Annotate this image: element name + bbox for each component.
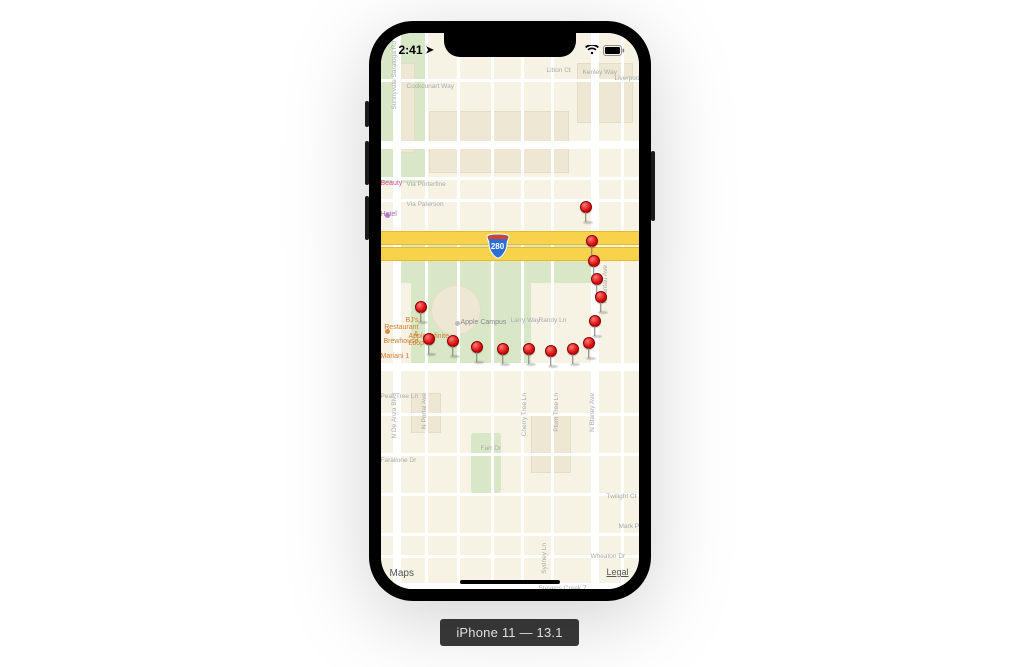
poi-apple-campus-icon[interactable]: [455, 321, 460, 326]
street-label: Pear Tree Ln: [381, 393, 419, 400]
street-label: Mark Pl: [619, 523, 641, 530]
map-pin[interactable]: [415, 301, 427, 313]
road: [393, 33, 401, 589]
volume-up-button[interactable]: [365, 141, 369, 185]
status-left: 2:41 ➤: [393, 39, 434, 57]
home-indicator[interactable]: [460, 580, 560, 584]
status-time: 2:41: [399, 43, 423, 57]
street-label: Via Paterson: [407, 201, 444, 208]
road: [521, 33, 524, 589]
street-label: Liverpool: [615, 75, 641, 82]
building: [431, 285, 481, 335]
road: [621, 33, 624, 589]
simulator-caption: iPhone 11 — 13.1: [440, 619, 578, 646]
street-label: N Portal Ave: [421, 393, 428, 429]
map-pin[interactable]: [586, 235, 598, 247]
device-frame: 2:41 ➤: [369, 21, 651, 601]
park-area: [471, 433, 501, 493]
map-pin[interactable]: [523, 343, 535, 355]
status-right: [585, 41, 627, 56]
poi-bj-restaurant-label: BJ's Restaurant & Brewhouse: [381, 317, 419, 345]
notch: [444, 33, 576, 57]
highway-shield-icon: 280: [485, 233, 511, 259]
map-pin[interactable]: [423, 333, 435, 345]
wifi-icon: [585, 45, 599, 55]
road: [381, 177, 639, 180]
volume-down-button[interactable]: [365, 196, 369, 240]
map-pin[interactable]: [595, 291, 607, 303]
phone-screen: 2:41 ➤: [369, 21, 651, 601]
map-pin[interactable]: [589, 315, 601, 327]
street-label: Cherry Tree Ln: [521, 393, 528, 436]
street-label: Randy Ln: [539, 317, 567, 324]
road: [381, 583, 639, 591]
poi-apple-campus-label: Apple Campus: [461, 319, 507, 326]
road: [381, 413, 639, 416]
map-pin[interactable]: [588, 255, 600, 267]
maps-attribution: Maps: [389, 568, 414, 579]
street-label: Plum Tree Ln: [553, 393, 560, 432]
road: [491, 33, 494, 589]
map-pin[interactable]: [497, 343, 509, 355]
road: [381, 141, 639, 149]
street-label: Kenley Way: [583, 69, 617, 76]
street-label: Stevens Creek 7: [539, 585, 587, 592]
street-label: Farr Dr: [481, 445, 502, 452]
street-label: N Blaney Ave: [589, 393, 596, 432]
map-pin[interactable]: [580, 201, 592, 213]
map-pin[interactable]: [471, 341, 483, 353]
street-label: Cockcunart Way: [407, 83, 454, 90]
poi-mariani-label: Mariani 1: [381, 353, 410, 360]
street-label: Litton Ct: [547, 67, 571, 74]
location-services-icon: ➤: [426, 45, 434, 56]
street-label: Wheaton Dr: [591, 553, 626, 560]
map-view[interactable]: 280 Apple Campus Apple Infinite Loop BJ'…: [381, 33, 639, 589]
battery-icon: [603, 45, 625, 56]
road: [381, 453, 639, 456]
street-label: Farallone Dr: [381, 457, 417, 464]
road: [381, 533, 639, 536]
mute-switch[interactable]: [365, 101, 369, 127]
road: [551, 33, 554, 589]
map-pin[interactable]: [583, 337, 595, 349]
street-label: Twilight Ct: [607, 493, 637, 500]
map-pin[interactable]: [447, 335, 459, 347]
power-button[interactable]: [651, 151, 655, 221]
street-label: Sydney Ln: [541, 543, 548, 574]
maps-provider-label: Maps: [390, 568, 414, 579]
road: [457, 33, 460, 589]
road: [381, 79, 639, 82]
highway-number: 280: [485, 242, 511, 251]
poi-beauty-label: Beauty: [381, 180, 403, 187]
map-pin[interactable]: [567, 343, 579, 355]
road: [381, 363, 639, 371]
map-pin[interactable]: [591, 273, 603, 285]
map-pin[interactable]: [545, 345, 557, 357]
street-label: Larry Way: [511, 317, 540, 324]
legal-link[interactable]: Legal: [606, 567, 628, 577]
street-label: Via Porterfine: [407, 181, 446, 188]
poi-hotel-label: Hotel: [381, 211, 397, 218]
road: [381, 493, 639, 496]
